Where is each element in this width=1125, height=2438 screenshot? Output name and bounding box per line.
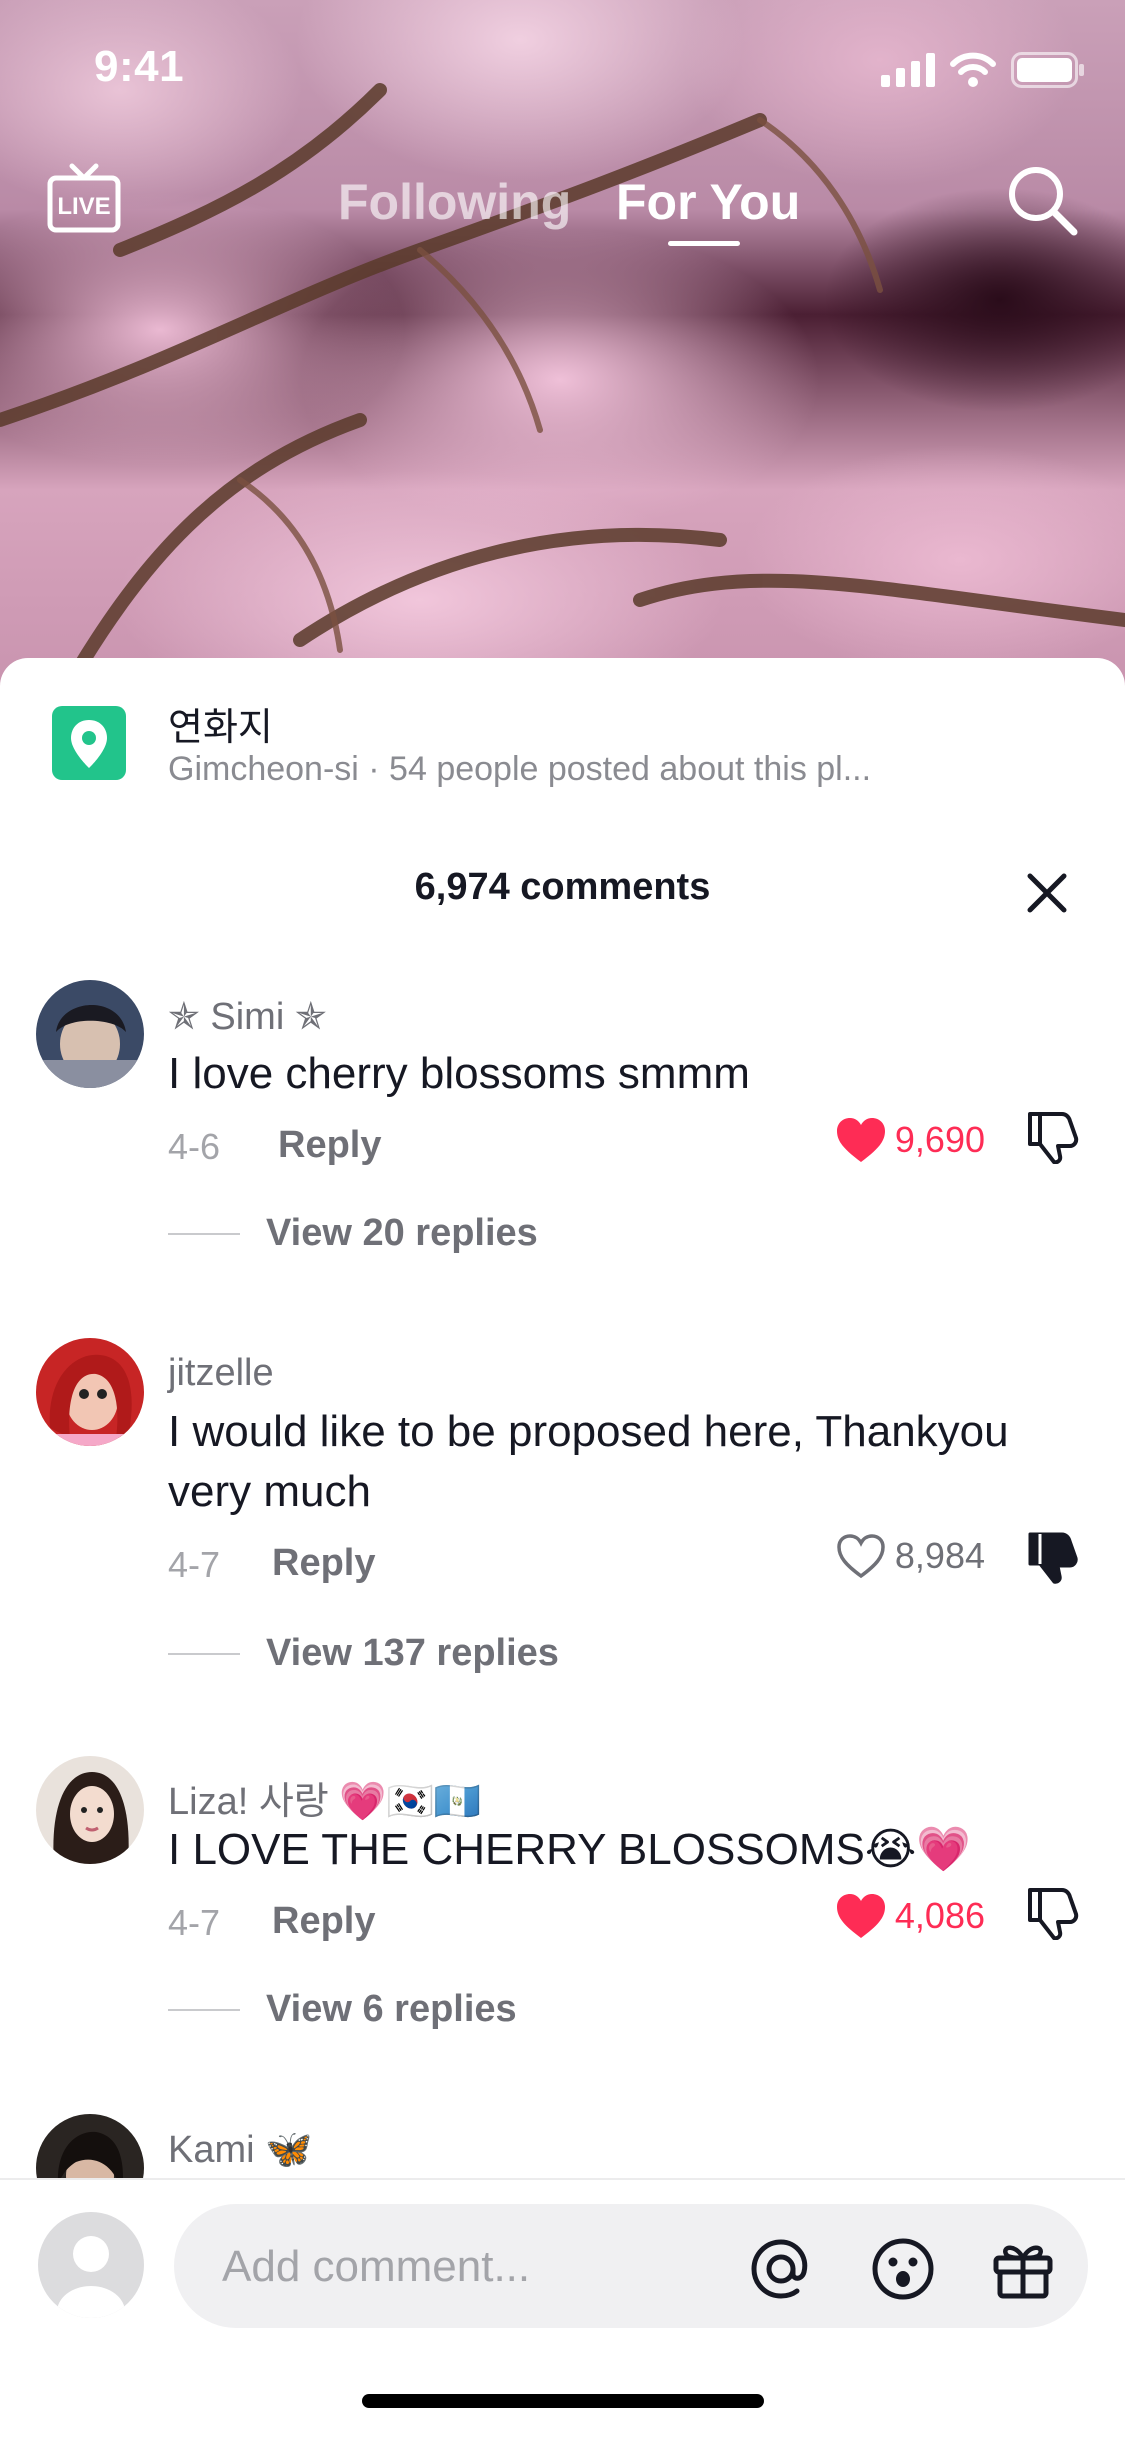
comment-input-container (174, 2204, 1088, 2328)
tab-for-you[interactable]: For You (616, 173, 800, 231)
reply-button[interactable]: Reply (278, 1124, 381, 1167)
comment-item: jitzelle I would like to be proposed her… (0, 1338, 1125, 1758)
avatar[interactable] (36, 1338, 144, 1446)
heart-icon (837, 1534, 885, 1579)
top-tabs: Following For You (0, 165, 1125, 255)
comment-username[interactable]: Kami 🦋 (168, 2128, 312, 2172)
battery-icon (1011, 52, 1084, 88)
place-row[interactable]: 연화지 Gimcheon-si · 54 people posted about… (0, 658, 1125, 798)
search-icon[interactable] (1002, 160, 1082, 240)
comment-text: I love cherry blossoms smmm (168, 1049, 750, 1098)
view-replies-button[interactable]: View 6 replies (168, 1988, 517, 2031)
view-replies-label: View 137 replies (266, 1632, 559, 1674)
thumbs-down-icon[interactable] (1026, 1884, 1080, 1941)
comment-input[interactable] (220, 2230, 724, 2304)
active-tab-indicator (668, 241, 740, 246)
status-bar: 9:41 (0, 0, 1125, 140)
avatar[interactable] (36, 980, 144, 1088)
comment-username[interactable]: Liza! 사랑 💗🇰🇷🇬🇹 (168, 1770, 481, 1825)
comment-text: I LOVE THE CHERRY BLOSSOMS😭💗 (168, 1825, 972, 1874)
comments-sheet: 연화지 Gimcheon-si · 54 people posted about… (0, 658, 1125, 2436)
view-replies-button[interactable]: View 137 replies (168, 1632, 559, 1675)
divider (168, 2008, 240, 2011)
comment-date: 4-7 (168, 1902, 221, 1943)
like-button[interactable]: 4,086 (835, 1892, 985, 1940)
like-button[interactable]: 8,984 (835, 1532, 985, 1580)
reply-button[interactable]: Reply (272, 1900, 375, 1943)
status-time: 9:41 (94, 42, 185, 91)
like-button[interactable]: 9,690 (835, 1116, 985, 1164)
divider (168, 1232, 240, 1235)
emoji-icon[interactable] (870, 2236, 936, 2302)
wifi-icon (950, 52, 996, 87)
like-count: 8,984 (894, 1535, 985, 1576)
comment-item: Liza! 사랑 💗🇰🇷🇬🇹 I LOVE THE CHERRY BLOSSOM… (0, 1756, 1125, 2116)
view-replies-button[interactable]: View 20 replies (168, 1212, 538, 1255)
gift-icon[interactable] (990, 2236, 1056, 2302)
avatar[interactable] (36, 1756, 144, 1864)
place-subtitle: Gimcheon-si · 54 people posted about thi… (168, 750, 872, 788)
like-count: 9,690 (894, 1119, 985, 1160)
comment-date: 4-6 (168, 1126, 221, 1167)
avatar (38, 2212, 144, 2318)
at-sign-icon[interactable] (748, 2236, 814, 2302)
comments-count: 6,974 comments (414, 866, 711, 908)
view-replies-label: View 20 replies (266, 1212, 538, 1254)
view-replies-label: View 6 replies (266, 1988, 517, 2030)
comment-date: 4-7 (168, 1544, 221, 1585)
comment-composer (0, 2178, 1125, 2438)
home-indicator (362, 2394, 764, 2408)
heart-icon (836, 1118, 885, 1162)
heart-icon (836, 1894, 885, 1938)
tab-following[interactable]: Following (338, 173, 571, 231)
comment-username[interactable]: jitzelle (168, 1352, 274, 1395)
like-count: 4,086 (894, 1895, 985, 1936)
close-icon[interactable] (1022, 868, 1072, 918)
comments-header: 6,974 comments (0, 858, 1125, 938)
comment-username[interactable]: ✯ Simi ✯ (168, 994, 327, 1039)
location-pin-icon (52, 706, 126, 780)
reply-button[interactable]: Reply (272, 1542, 375, 1585)
comment-item: ✯ Simi ✯ I love cherry blossoms smmm 4-6… (0, 980, 1125, 1340)
divider (168, 1652, 240, 1655)
comment-text: I would like to be proposed here, Thanky… (168, 1407, 1009, 1516)
thumbs-down-icon[interactable] (1026, 1108, 1080, 1165)
status-icons (881, 52, 1085, 88)
place-name: 연화지 (168, 707, 273, 749)
signal-icon (881, 53, 935, 87)
thumbs-down-icon[interactable] (1026, 1528, 1080, 1584)
